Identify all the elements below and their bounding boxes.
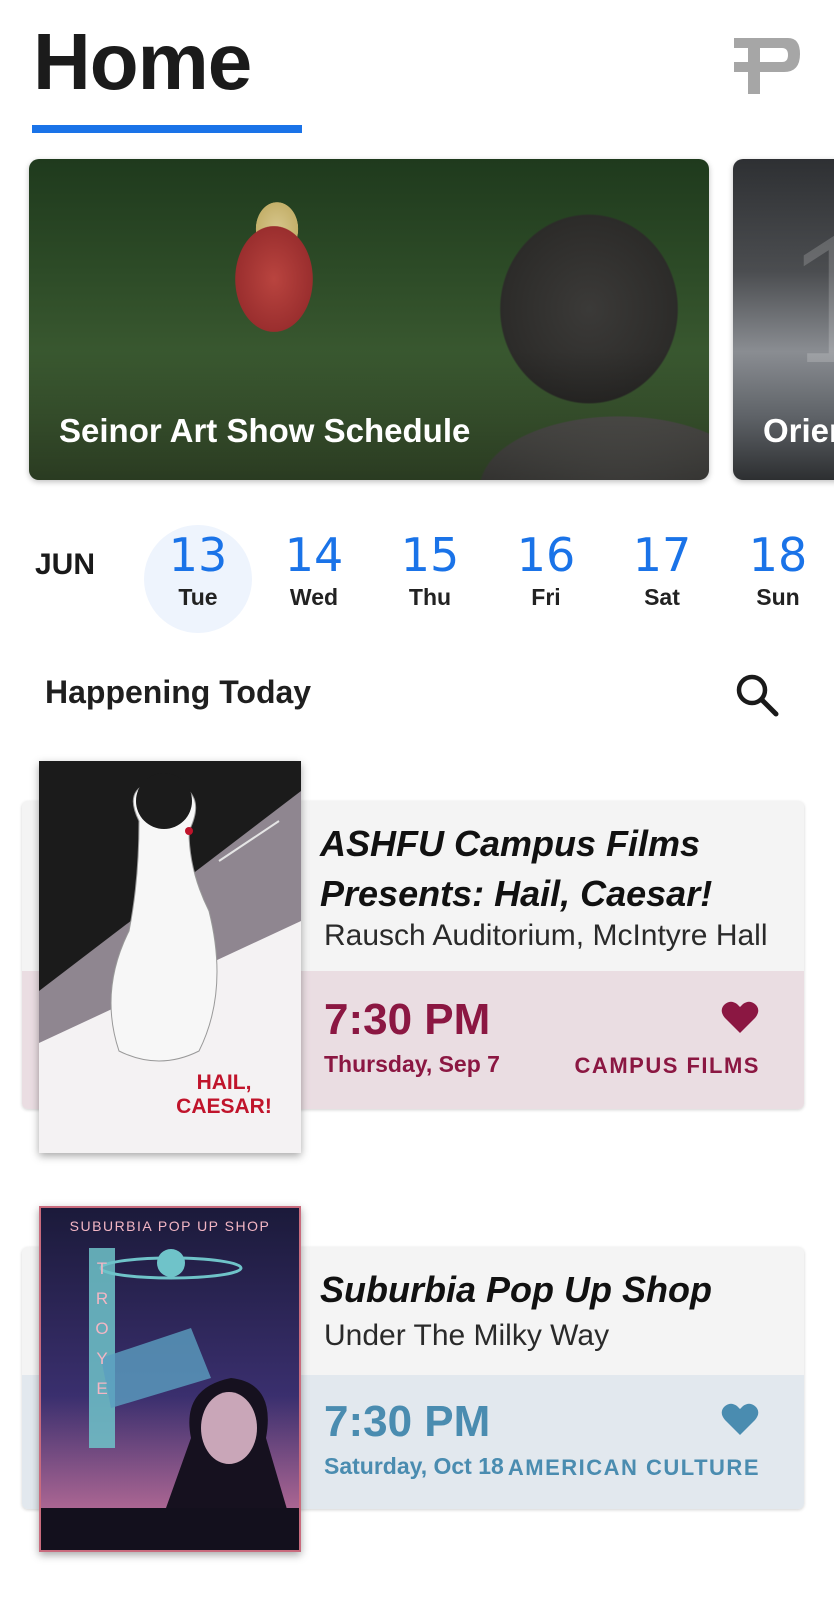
date-number: 15 <box>400 528 460 582</box>
event-venue: Rausch Auditorium, McIntyre Hall <box>324 919 768 952</box>
date-item-13[interactable]: 13 Tue <box>148 530 248 611</box>
carousel-watermark: 10 <box>783 219 834 389</box>
date-item-17[interactable]: 17 Sat <box>612 530 712 611</box>
date-item-14[interactable]: 14 Wed <box>264 530 364 611</box>
date-weekday: Sat <box>644 584 680 610</box>
event-category: CAMPUS FILMS <box>574 1053 760 1078</box>
poster-title: HAIL, CAESAR! <box>176 1071 272 1118</box>
event-category: AMERICAN CULTURE <box>507 1455 760 1480</box>
app-logo-icon[interactable] <box>730 30 804 100</box>
date-weekday: Fri <box>531 584 561 610</box>
event-time: 7:30 PM <box>324 1397 491 1446</box>
carousel-caption: Seinor Art Show Schedule <box>59 412 471 449</box>
date-number: 14 <box>284 528 344 582</box>
date-number: 16 <box>516 528 576 582</box>
event-poster-hail-caesar[interactable]: HAIL, CAESAR! <box>39 761 301 1153</box>
date-weekday: Thu <box>408 584 452 610</box>
event-title-line-2: Presents: Hail, Caesar! <box>320 873 713 914</box>
section-title: Happening Today <box>45 674 312 710</box>
date-item-18[interactable]: 18 Sun <box>728 530 828 611</box>
date-number: 18 <box>748 528 808 582</box>
heart-icon[interactable] <box>720 999 760 1035</box>
date-weekday: Sun <box>756 584 800 610</box>
date-item-15[interactable]: 15 Thu <box>380 530 480 611</box>
event-title-line-1: ASHFU Campus Films <box>320 823 701 864</box>
poster-title: SUBURBIA POP UP SHOP <box>69 1218 271 1234</box>
date-weekday: Wed <box>289 584 339 610</box>
title-underline <box>32 125 302 133</box>
poster-vertical-text: TROYE <box>95 1259 109 1398</box>
date-weekday: Tue <box>178 584 218 610</box>
page-title: Home <box>33 17 252 106</box>
month-label: JUN <box>35 548 96 581</box>
carousel-caption: Orien <box>763 412 834 449</box>
carousel-card-orientation[interactable]: 10 Orien <box>733 159 834 480</box>
event-date: Thursday, Sep 7 <box>324 1051 500 1077</box>
date-item-16[interactable]: 16 Fri <box>496 530 596 611</box>
event-title-line-1: Suburbia Pop Up Shop <box>320 1269 712 1310</box>
event-time: 7:30 PM <box>324 995 491 1044</box>
date-number: 17 <box>632 528 692 582</box>
heart-icon[interactable] <box>720 1401 760 1437</box>
search-icon[interactable] <box>733 671 781 719</box>
event-venue: Under The Milky Way <box>324 1319 610 1352</box>
event-date: Saturday, Oct 18 <box>324 1453 504 1479</box>
poster-art <box>41 1208 299 1550</box>
carousel-card-art-show[interactable]: Seinor Art Show Schedule <box>29 159 709 480</box>
event-poster-suburbia[interactable]: SUBURBIA POP UP SHOP TROYE <box>39 1206 301 1552</box>
date-number: 13 <box>168 528 228 582</box>
